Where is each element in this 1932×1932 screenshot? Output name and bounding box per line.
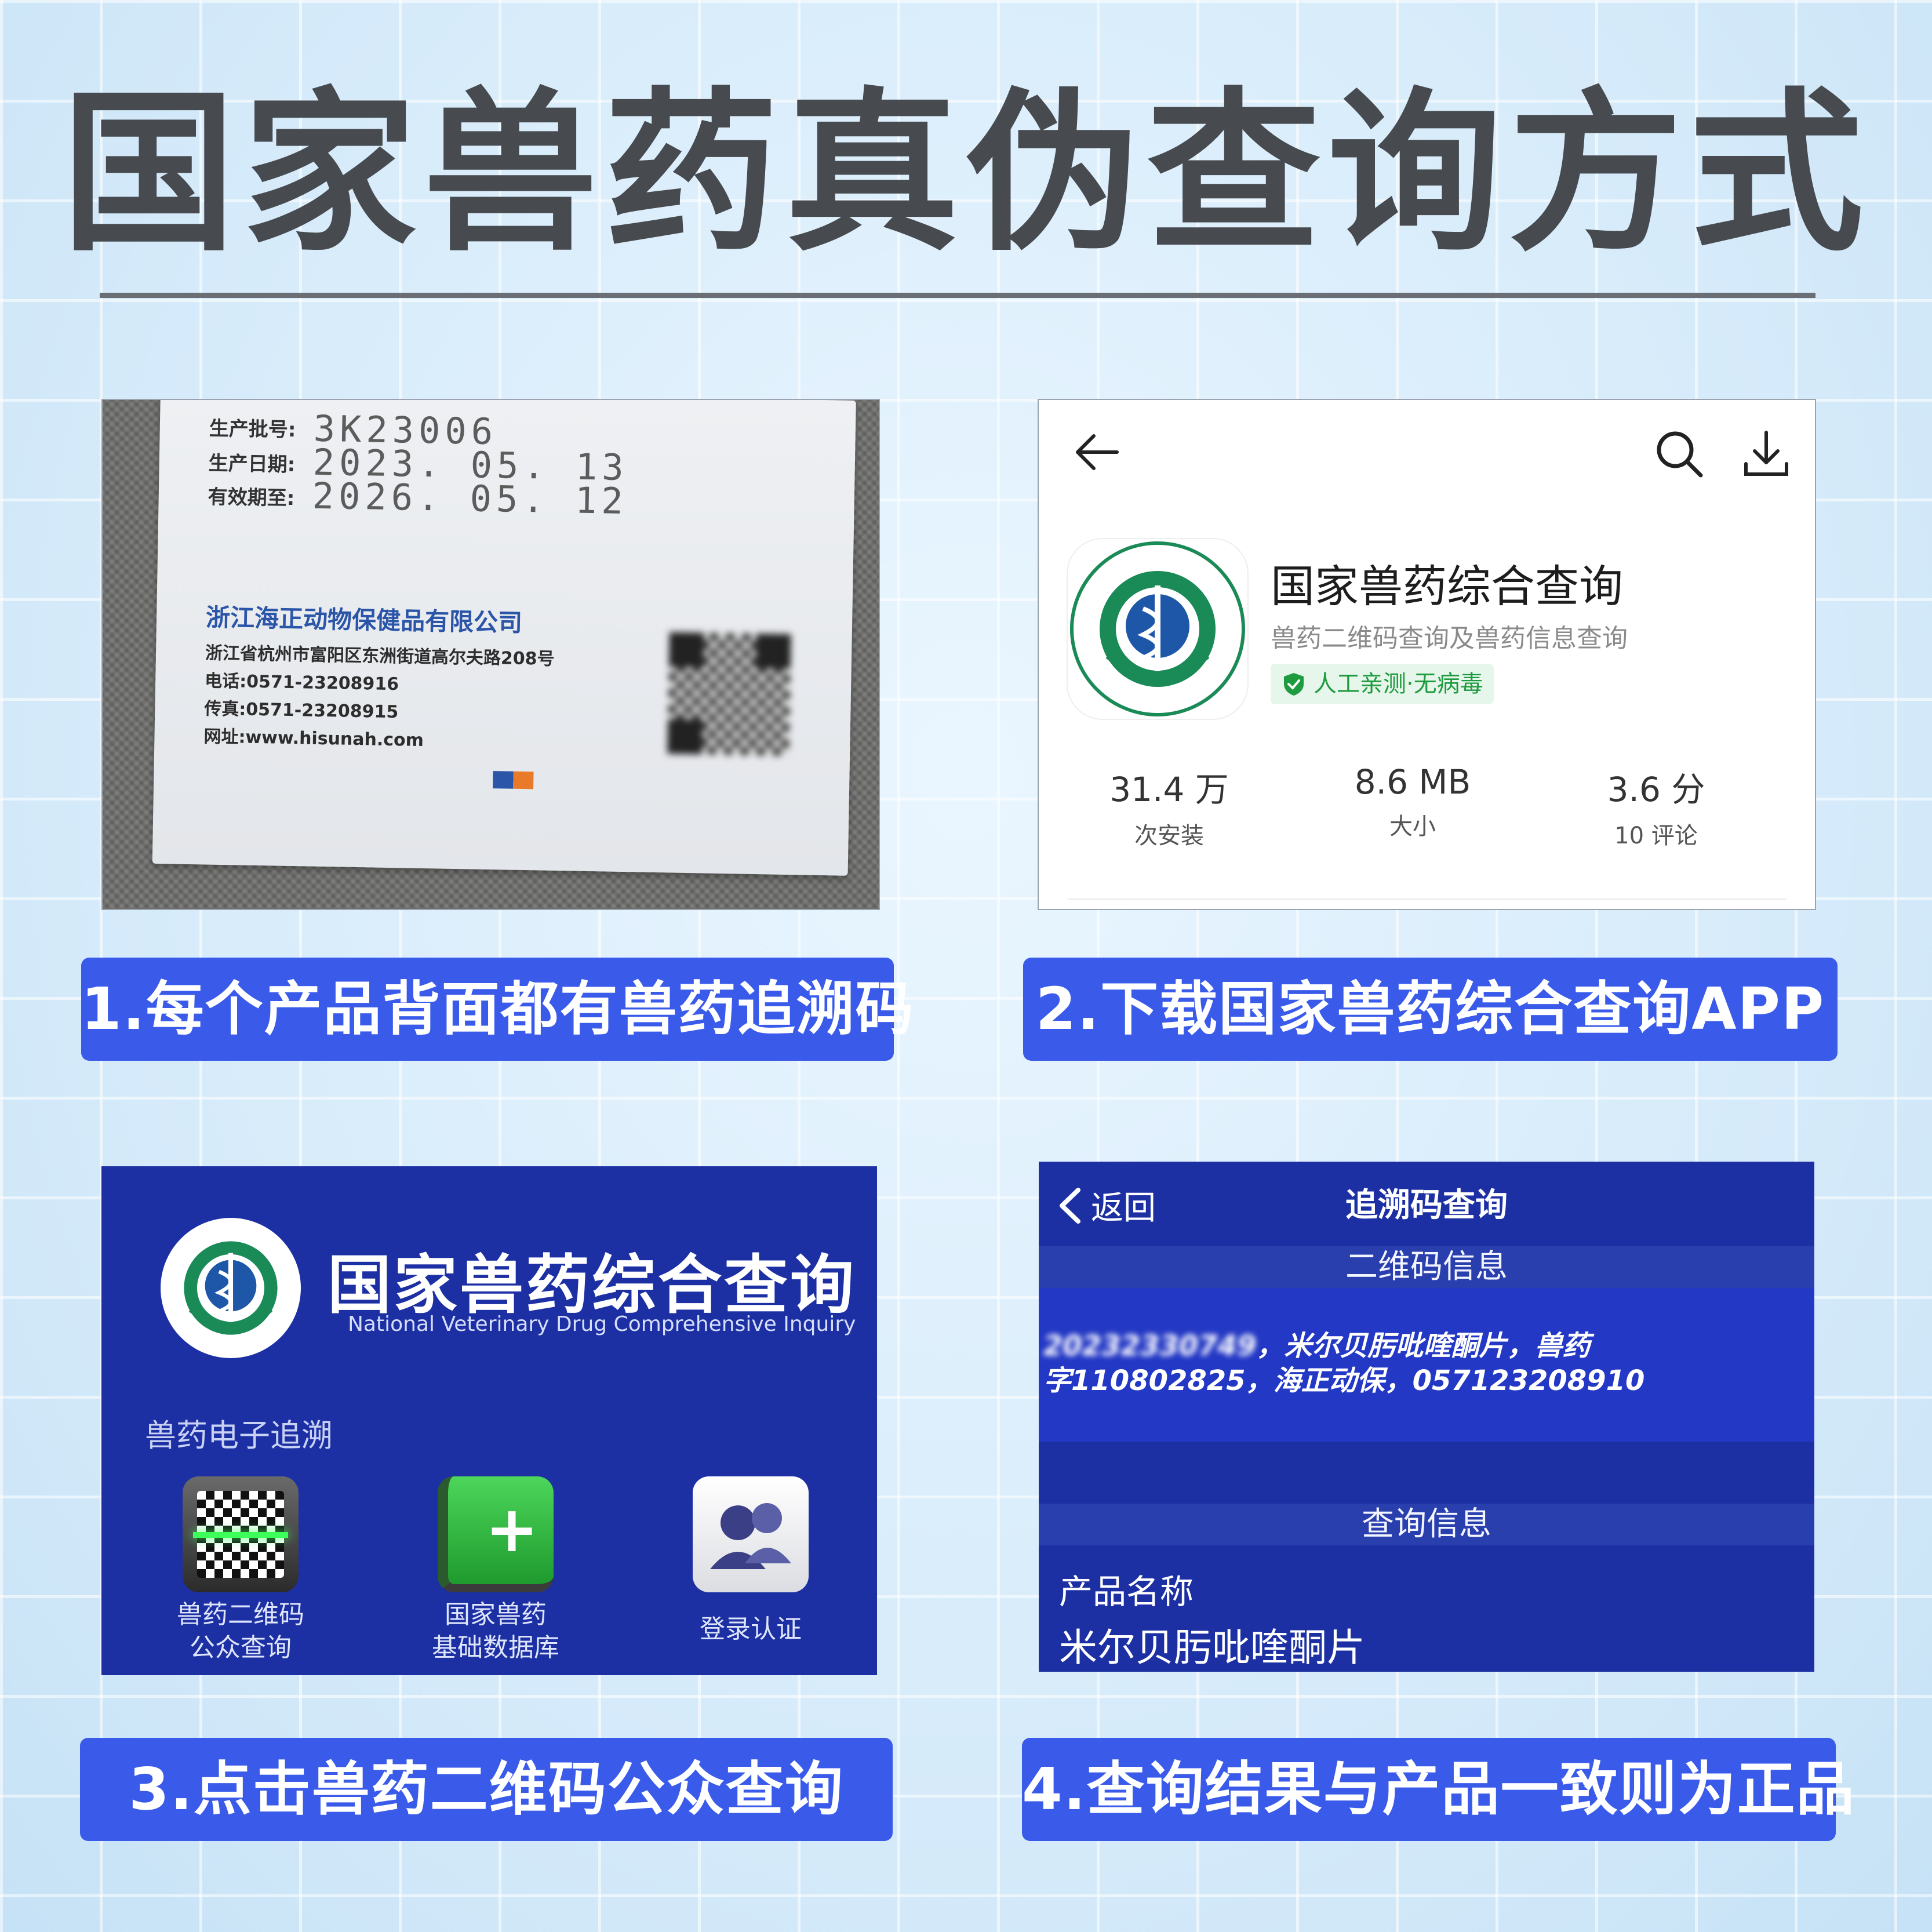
stat-rating[interactable]: 3.6 分 10 评论 <box>1555 762 1758 850</box>
app-icon[interactable] <box>1068 539 1247 719</box>
step-1-label: 1.每个产品背面都有兽药追溯码 <box>81 958 914 1061</box>
mfg-date-label: 生产日期: <box>208 452 296 477</box>
company-fax: 传真:0571-23208915 <box>204 698 399 723</box>
home-app-title: 国家兽药综合查询 <box>328 1248 856 1322</box>
qr-public-query-label-line1: 兽药二维码 <box>177 1600 304 1629</box>
qr-info-section-title: 二维码信息 <box>1039 1246 1814 1288</box>
home-section-title: 兽药电子追溯 <box>145 1417 333 1454</box>
drug-database-label: 国家兽药 基础数据库 <box>412 1598 580 1664</box>
institute-logo-icon <box>158 1216 303 1360</box>
app-home-panel: 国家兽药综合查询 National Veterinary Drug Compre… <box>101 1166 877 1675</box>
step-3-label: 3.点击兽药二维码公众查询 <box>80 1738 893 1841</box>
product-photo-panel: 生产批号: 生产日期: 有效期至: 3K23006 2023. 05. 13 2… <box>101 399 880 910</box>
qr-public-query-label-line2: 公众查询 <box>190 1633 292 1663</box>
exp-date-label: 有效期至: <box>208 485 295 511</box>
store-divider <box>1068 898 1787 900</box>
brand-logo-icon <box>493 771 534 789</box>
stat-size-label: 大小 <box>1389 813 1436 840</box>
users-icon <box>693 1476 809 1592</box>
qr-public-query-button[interactable] <box>183 1476 299 1592</box>
traceability-qr-code <box>667 632 791 756</box>
drug-database-label-line1: 国家兽药 <box>445 1600 547 1629</box>
page-title: 国家兽药真伪查询方式 <box>61 72 1871 275</box>
company-website: 网址:www.hisunah.com <box>203 726 424 751</box>
app-description: 兽药二维码查询及兽药信息查询 <box>1271 624 1628 653</box>
product-box-label: 生产批号: 生产日期: 有效期至: 3K23006 2023. 05. 13 2… <box>152 400 856 876</box>
exp-date-value: 2026. 05. 12 <box>312 474 628 523</box>
app-name: 国家兽药综合查询 <box>1271 561 1623 612</box>
stat-installs-label: 次安装 <box>1134 823 1204 849</box>
shield-check-icon <box>1284 673 1304 696</box>
home-app-subtitle: National Veterinary Drug Comprehensive I… <box>348 1312 856 1336</box>
arrow-left-icon[interactable] <box>1071 429 1123 478</box>
step-2-label: 2.下载国家兽药综合查询APP <box>1023 958 1838 1061</box>
product-name-label: 产品名称 <box>1059 1572 1194 1611</box>
company-phone: 电话:0571-23208916 <box>204 671 399 695</box>
title-divider <box>100 293 1815 298</box>
login-auth-label: 登录认证 <box>667 1613 835 1646</box>
login-auth-label-line1: 登录认证 <box>700 1614 802 1644</box>
result-header-title: 追溯码查询 <box>1345 1187 1508 1224</box>
company-name: 浙江海正动物保健品有限公司 <box>205 603 523 637</box>
download-icon[interactable] <box>1740 428 1792 482</box>
qr-public-query-label: 兽药二维码 公众查询 <box>157 1598 325 1664</box>
database-book-icon: + <box>438 1476 554 1592</box>
qr-info-result: 20232330749，米尔贝肟吡喹酮片，兽药 字110802825，海正动保，… <box>1039 1288 1814 1442</box>
stat-size-value: 8.6 MB <box>1354 762 1471 802</box>
virus-free-badge: 人工亲测·无病毒 <box>1271 664 1494 704</box>
login-auth-button[interactable] <box>693 1476 809 1592</box>
qr-scan-icon <box>183 1476 299 1592</box>
stat-installs-value: 31.4 万 <box>1109 770 1229 809</box>
product-name-value: 米尔贝肟吡喹酮片 <box>1059 1625 1365 1670</box>
query-result-panel: 返回 追溯码查询 二维码信息 20232330749，米尔贝肟吡喹酮片，兽药 字… <box>1039 1162 1814 1672</box>
stat-size: 8.6 MB 大小 <box>1311 762 1514 841</box>
step-4-label: 4.查询结果与产品一致则为正品 <box>1022 1738 1854 1841</box>
qr-info-line-2: 字110802825，海正动保，057123208910 <box>1043 1365 1645 1397</box>
stat-rating-value: 3.6 分 <box>1607 770 1705 809</box>
virus-free-badge-label: 人工亲测·无病毒 <box>1314 671 1483 697</box>
drug-database-button[interactable]: + <box>438 1476 554 1592</box>
query-info-section-title: 查询信息 <box>1039 1504 1814 1545</box>
batch-label: 生产批号: <box>209 417 296 442</box>
stat-rating-label: 10 评论 <box>1614 823 1698 849</box>
app-store-panel: 国家兽药综合查询 兽药二维码查询及兽药信息查询 人工亲测·无病毒 31.4 万 … <box>1038 399 1816 910</box>
search-icon[interactable] <box>1653 428 1705 482</box>
company-address: 浙江省杭州市富阳区东洲街道高尔夫路208号 <box>205 643 555 670</box>
drug-database-label-line2: 基础数据库 <box>432 1633 559 1663</box>
stat-installs: 31.4 万 次安装 <box>1068 762 1271 850</box>
